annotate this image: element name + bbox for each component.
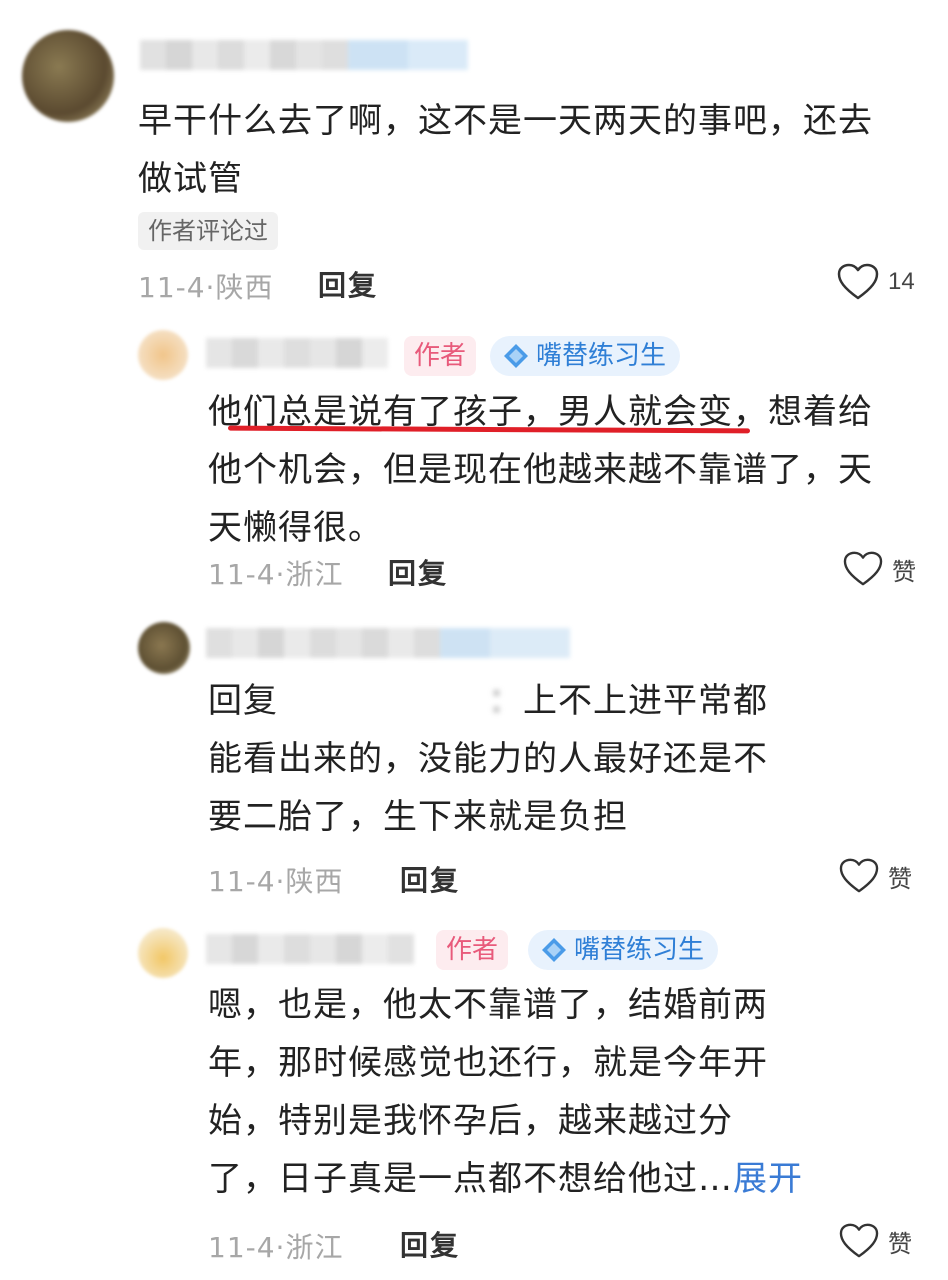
like-button[interactable]: 赞: [842, 550, 916, 588]
diamond-icon: [504, 344, 528, 368]
username-blurred[interactable]: [206, 338, 388, 368]
reply-button[interactable]: 回复: [400, 859, 460, 899]
heart-icon: [837, 263, 879, 300]
like-button[interactable]: 赞: [838, 1222, 912, 1260]
avatar[interactable]: [138, 330, 188, 380]
author-tag: 作者: [404, 336, 477, 376]
level-tag[interactable]: 嘴替练习生: [528, 930, 719, 970]
like-count: 14: [888, 268, 915, 295]
comment-date-location: 11-4·浙江: [208, 1231, 344, 1264]
comment-line: 做试管: [138, 159, 243, 199]
comment-text: 嗯，也是，他太不靠谱了，结婚前两 年，那时候感觉也还行，就是今年开 始，特别是我…: [208, 976, 803, 1208]
expand-link[interactable]: 展开: [733, 1159, 803, 1199]
comment-date-location: 11-4·浙江: [208, 558, 344, 591]
comment-line-rest: 上不上进平常都: [523, 681, 768, 721]
comment-line: 嗯，也是，他太不靠谱了，结婚前两: [208, 985, 768, 1025]
comment-thread: 早干什么去了啊，这不是一天两天的事吧，还去 做试管 作者评论过 11-4·陕西 …: [0, 0, 948, 1280]
level-tag[interactable]: 嘴替练习生: [490, 336, 681, 376]
like-button[interactable]: 赞: [838, 857, 912, 895]
comment-date-location: 11-4·陕西: [138, 271, 274, 304]
comment-text: 他们总是说有了孩子，男人就会变，想着给 他个机会，但是现在他越来越不靠谱了，天 …: [208, 383, 873, 557]
diamond-icon: [542, 938, 566, 962]
username-blurred[interactable]: [206, 934, 414, 964]
heart-icon: [843, 551, 883, 586]
username-blurred[interactable]: [206, 628, 570, 658]
comment-text: 回复 ：上不上进平常都 能看出来的，没能力的人最好还是不 要二胎了，生下来就是负…: [208, 672, 768, 846]
reply-prefix: 回复: [208, 681, 278, 721]
author-commented-badge: 作者评论过: [138, 212, 278, 250]
comment-line: 能看出来的，没能力的人最好还是不: [208, 739, 768, 779]
comment-line: 早干什么去了啊，这不是一天两天的事吧，还去: [138, 101, 873, 141]
comment-date-location: 11-4·陕西: [208, 865, 344, 898]
like-label: 赞: [888, 865, 912, 893]
reply-button[interactable]: 回复: [400, 1224, 460, 1264]
comment-line: 他个机会，但是现在他越来越不靠谱了，天: [208, 450, 873, 490]
like-label: 赞: [892, 558, 916, 586]
reply-button[interactable]: 回复: [388, 552, 448, 592]
mentioned-user-blurred[interactable]: ：: [278, 681, 523, 721]
comment-line: 始，特别是我怀孕后，越来越过分: [208, 1101, 733, 1141]
heart-icon: [839, 858, 879, 893]
comment-line: 天懒得很。: [208, 508, 383, 548]
level-tag-label: 嘴替练习生: [574, 935, 705, 965]
comment-line: 回复 ：上不上进平常都: [208, 672, 768, 730]
username-blurred[interactable]: [140, 40, 468, 70]
avatar[interactable]: [22, 30, 114, 122]
comment-line: 他们总是说有了孩子，男人就会变，想着给: [208, 392, 873, 432]
comment-line: 了，日子真是一点都不想给他过…展开: [208, 1150, 803, 1208]
heart-icon: [839, 1223, 879, 1258]
level-tag-label: 嘴替练习生: [536, 341, 667, 371]
comment-text: 早干什么去了啊，这不是一天两天的事吧，还去 做试管: [138, 92, 873, 208]
like-label: 赞: [888, 1230, 912, 1258]
reply-button[interactable]: 回复: [318, 264, 378, 304]
like-button[interactable]: 14: [836, 262, 915, 302]
avatar[interactable]: [138, 928, 188, 978]
avatar[interactable]: [138, 622, 190, 674]
comment-line: 要二胎了，生下来就是负担: [208, 797, 628, 837]
comment-line: 年，那时候感觉也还行，就是今年开: [208, 1043, 768, 1083]
author-tag: 作者: [436, 930, 509, 970]
comment-line-truncated: 了，日子真是一点都不想给他过…: [208, 1159, 733, 1199]
